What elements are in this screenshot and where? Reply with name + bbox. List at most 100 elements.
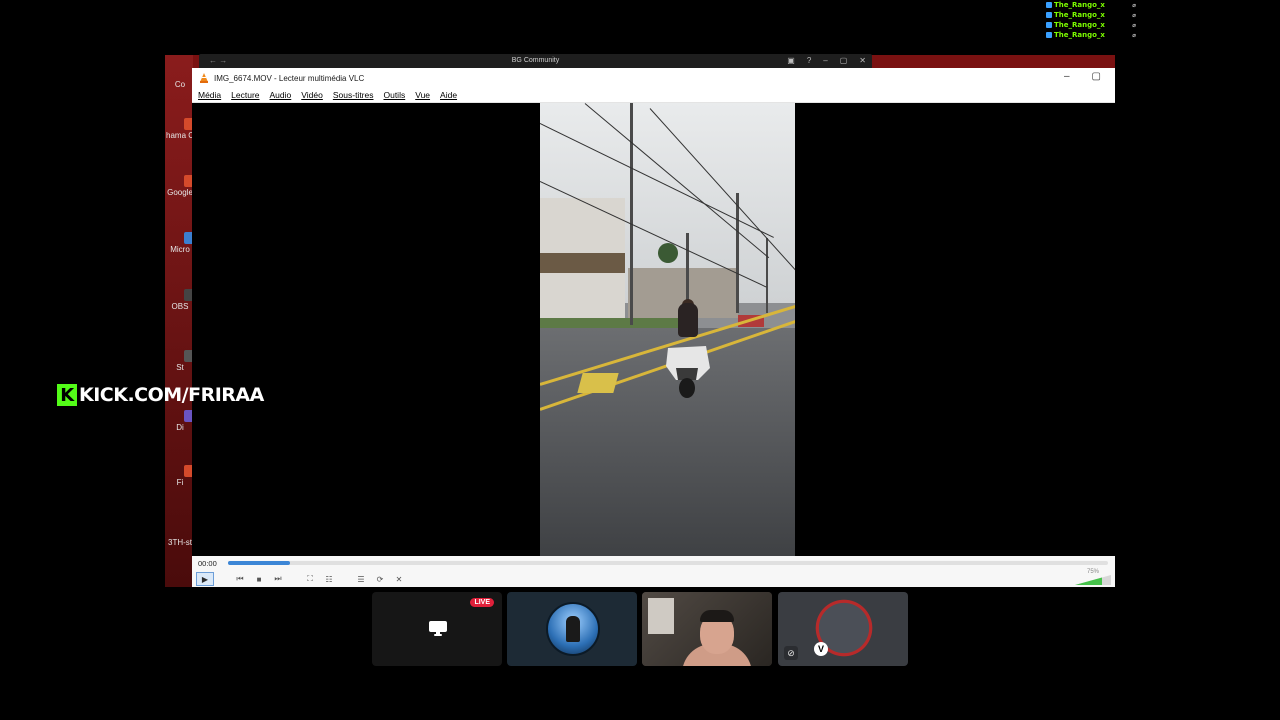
chat-username: The_Rango_x [1054, 1, 1105, 9]
badge-icon [1046, 32, 1052, 38]
previous-icon[interactable]: ⏮ [234, 573, 246, 585]
chat-message: The_Rango_x ⌀ [1046, 10, 1136, 20]
kick-logo-icon: K [57, 384, 77, 406]
window-title: IMG_6674.MOV - Lecteur multimédia VLC [214, 73, 365, 83]
live-badge: LIVE [470, 598, 494, 607]
badge-icon: V [814, 642, 828, 656]
video-area[interactable] [192, 103, 1115, 556]
desktop-icon[interactable]: Fi [166, 465, 194, 487]
window-controls: – ▢ [1064, 71, 1101, 82]
chat-username: The_Rango_x [1054, 21, 1105, 29]
seek-progress [228, 561, 290, 565]
maximize-icon[interactable]: ▢ [840, 56, 848, 65]
playlist-icon[interactable]: ☰ [355, 573, 367, 585]
desktop-icon-label: Micro [170, 245, 190, 254]
equalizer-icon[interactable]: ☷ [323, 573, 335, 585]
mic-off-icon: ⊘ [784, 646, 798, 660]
bg-community-window[interactable]: ← → BG Community ▣ ? – ▢ ✕ [199, 54, 872, 68]
fullscreen-icon[interactable]: ⛶ [304, 573, 316, 585]
play-button[interactable]: ▶ [196, 572, 214, 586]
desktop-icon[interactable]: OBS [166, 289, 194, 311]
close-icon[interactable]: ✕ [859, 56, 866, 65]
camera-person [700, 610, 734, 622]
desktop-icon-label: 3TH-st [168, 538, 192, 547]
elapsed-time: 00:00 [198, 559, 217, 568]
chat-username: The_Rango_x [1054, 31, 1105, 39]
desktop-icon-label: Di [176, 423, 184, 432]
chat-feed: The_Rango_x ⌀ The_Rango_x ⌀ The_Rango_x ⌀ T… [1046, 0, 1136, 40]
shuffle-icon[interactable]: ✕ [393, 573, 405, 585]
desktop-icon[interactable]: St [166, 350, 194, 372]
menu-bar: Média Lecture Audio Vidéo Sous-titres Ou… [192, 88, 1115, 103]
window-title: BG Community [511, 57, 560, 64]
utility-pole [630, 103, 633, 325]
inbox-icon[interactable]: ▣ [787, 56, 795, 65]
video-scooter [666, 346, 710, 398]
window-controls: ▣ ? – ▢ ✕ [787, 56, 866, 65]
control-buttons: ▶ ⏮ ■ ⏭ ⛶ ☷ ☰ ⟳ ✕ [196, 572, 405, 586]
vlc-titlebar[interactable]: IMG_6674.MOV - Lecteur multimédia VLC – … [192, 68, 1115, 88]
camera-background [648, 598, 674, 634]
chat-message: The_Rango_x ⌀ [1046, 20, 1136, 30]
desktop-icon-label: Fi [176, 478, 184, 487]
menu-audio[interactable]: Audio [270, 90, 292, 100]
participant-tile-screenshare[interactable]: LIVE [372, 592, 502, 666]
menu-sous-titres[interactable]: Sous-titres [333, 90, 374, 100]
avatar [546, 602, 600, 656]
volume-slider[interactable]: 75% [1075, 569, 1111, 585]
desktop-icon-label: OBS [171, 302, 189, 311]
menu-aide[interactable]: Aide [440, 90, 457, 100]
chat-message: The_Rango_x ⌀ [1046, 0, 1136, 10]
chat-username: The_Rango_x [1054, 11, 1105, 19]
video-frame [540, 103, 795, 556]
badge-icon [1046, 2, 1052, 8]
screen-share-icon [429, 621, 447, 636]
video-tree [658, 243, 678, 263]
menu-lecture[interactable]: Lecture [231, 90, 259, 100]
utility-pole [736, 193, 739, 313]
next-icon[interactable]: ⏭ [272, 573, 284, 585]
desktop-icon[interactable]: 3TH-st [166, 538, 194, 547]
desktop-icon-label: hama Chro [166, 131, 194, 140]
menu-video[interactable]: Vidéo [301, 90, 323, 100]
chat-message: The_Rango_x ⌀ [1046, 30, 1136, 40]
loop-icon[interactable]: ⟳ [374, 573, 386, 585]
video-building [540, 253, 625, 273]
desktop-icon[interactable]: hama Chro [166, 118, 194, 140]
desktop-icon-label: Google [167, 188, 193, 197]
utility-pole [766, 238, 768, 313]
badge-icon [1046, 22, 1052, 28]
kick-channel-banner: K KICK.COM/FRIRAA [57, 384, 264, 406]
desktop-icon[interactable]: Micro [166, 232, 194, 254]
desktop-icon-label: St [176, 363, 184, 372]
menu-vue[interactable]: Vue [415, 90, 430, 100]
desktop-icon[interactable]: Di [166, 410, 194, 432]
help-icon[interactable]: ? [807, 56, 811, 65]
volume-label: 75% [1086, 569, 1099, 575]
minimize-icon[interactable]: – [823, 56, 827, 65]
vlc-cone-icon [200, 73, 208, 83]
chat-tag: ⌀ [1132, 31, 1136, 39]
kick-channel-url: KICK.COM/FRIRAA [79, 384, 264, 406]
chat-tag: ⌀ [1132, 11, 1136, 19]
badge-icon [1046, 12, 1052, 18]
desktop-icon[interactable]: Google [166, 175, 194, 197]
vlc-window: IMG_6674.MOV - Lecteur multimédia VLC – … [192, 68, 1115, 587]
road-marking [577, 373, 619, 393]
maximize-icon[interactable]: ▢ [1092, 71, 1101, 82]
desktop-icon-label: Co [174, 80, 186, 89]
menu-outils[interactable]: Outils [383, 90, 405, 100]
participant-tile[interactable] [507, 592, 637, 666]
participant-tile-camera[interactable] [642, 592, 772, 666]
menu-media[interactable]: Média [198, 90, 221, 100]
playback-controls: 00:00 ▶ ⏮ ■ ⏭ ⛶ ☷ ☰ ⟳ ✕ 75% [192, 556, 1115, 587]
stream-overlay: The_Rango_x ⌀ The_Rango_x ⌀ The_Rango_x ⌀ T… [0, 0, 1280, 720]
chat-tag: ⌀ [1132, 21, 1136, 29]
participant-tile[interactable]: ⊘ V [778, 592, 908, 666]
stop-icon[interactable]: ■ [253, 573, 265, 585]
avatar-silhouette [566, 616, 580, 642]
seek-bar[interactable] [228, 561, 1108, 565]
desktop-icon[interactable]: Co [166, 80, 194, 89]
chat-tag: ⌀ [1132, 1, 1136, 9]
minimize-icon[interactable]: – [1064, 71, 1070, 82]
